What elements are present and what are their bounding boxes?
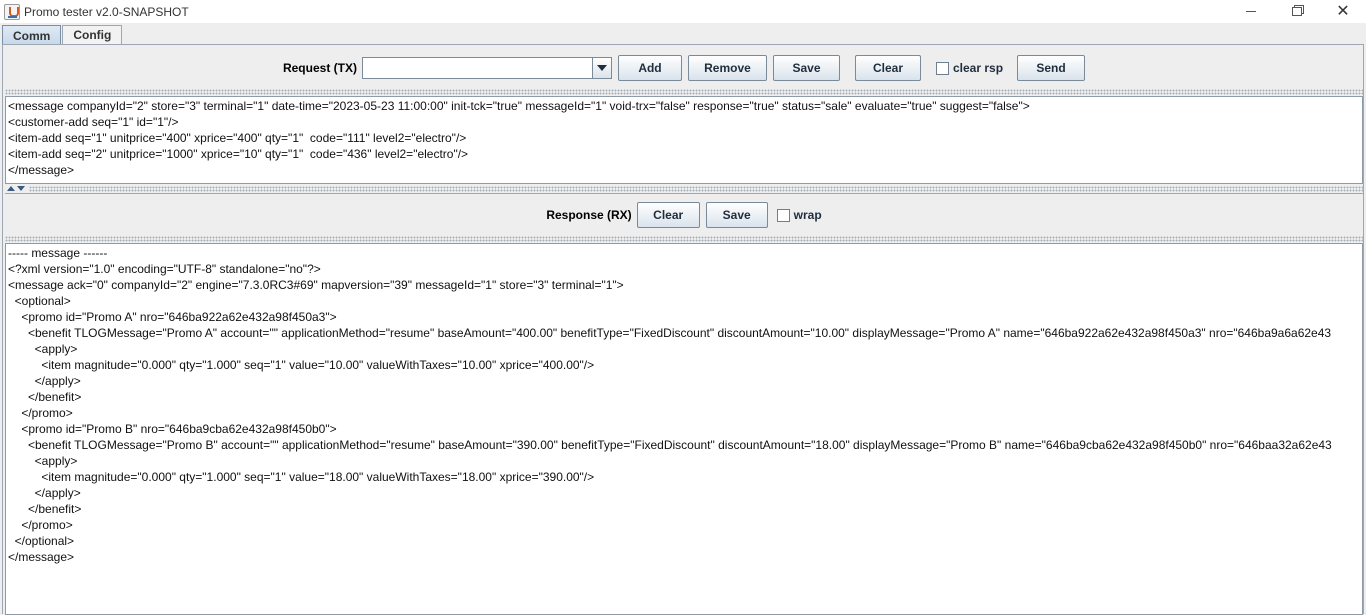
response-toolbar: Response (RX) Clear Save wrap: [5, 201, 1363, 229]
wrap-checkbox-wrap[interactable]: wrap: [776, 208, 822, 222]
remove-button[interactable]: Remove: [687, 55, 767, 81]
split-divider[interactable]: [5, 184, 1363, 194]
clear-rsp-checkbox[interactable]: [935, 61, 949, 75]
clear-rsp-checkbox-wrap[interactable]: clear rsp: [935, 61, 1004, 75]
response-line: <item magnitude="0.000" qty="1.000" seq=…: [8, 470, 595, 484]
response-line: </apply>: [8, 486, 81, 500]
clear-request-button[interactable]: Clear: [854, 55, 921, 81]
minimize-button[interactable]: [1228, 0, 1274, 23]
response-line: </optional>: [8, 534, 75, 548]
combo-dropdown-button[interactable]: [591, 58, 611, 78]
request-toolbar: Request (TX) Add Remove Save Clear clear…: [5, 54, 1363, 82]
response-line: </apply>: [8, 374, 81, 388]
save-response-button[interactable]: Save: [705, 202, 768, 228]
request-label: Request (TX): [282, 61, 357, 75]
request-combo-field[interactable]: [363, 58, 592, 78]
response-label: Response (RX): [546, 208, 632, 222]
response-line: </benefit>: [8, 390, 82, 404]
request-line: <item-add seq="1" unitprice="400" xprice…: [8, 131, 467, 145]
tab-config[interactable]: Config: [62, 25, 123, 44]
divider-up-icon[interactable]: [7, 186, 15, 191]
request-line: </message>: [8, 163, 75, 177]
save-request-button[interactable]: Save: [772, 55, 840, 81]
response-line: <benefit TLOGMessage="Promo A" account="…: [8, 326, 1332, 340]
response-line: <apply>: [8, 454, 78, 468]
close-icon: ✕: [1336, 2, 1350, 20]
request-line: <message companyId="2" store="3" termina…: [8, 99, 1030, 113]
send-button[interactable]: Send: [1017, 55, 1086, 81]
title-bar: Promo tester v2.0-SNAPSHOT ✕: [0, 0, 1366, 23]
response-line: </benefit>: [8, 502, 82, 516]
maximize-button[interactable]: [1274, 0, 1320, 23]
request-text-area[interactable]: <message companyId="2" store="3" termina…: [5, 96, 1363, 184]
restore-icon: [1292, 7, 1302, 16]
response-line: <benefit TLOGMessage="Promo B" account="…: [8, 438, 1332, 452]
minimize-icon: [1246, 11, 1256, 12]
divider-arrows[interactable]: [7, 186, 25, 191]
clear-rsp-label: clear rsp: [952, 61, 1004, 75]
comm-panel: Request (TX) Add Remove Save Clear clear…: [2, 44, 1364, 615]
response-line: </promo>: [8, 518, 73, 532]
response-line: <apply>: [8, 342, 78, 356]
wrap-checkbox[interactable]: [776, 208, 790, 222]
response-line: <item magnitude="0.000" qty="1.000" seq=…: [8, 358, 595, 372]
window-title: Promo tester v2.0-SNAPSHOT: [24, 4, 189, 19]
divider-dots: [29, 186, 1363, 192]
wrap-label: wrap: [793, 208, 822, 222]
clear-response-button[interactable]: Clear: [636, 202, 700, 228]
response-line: </message>: [8, 550, 75, 564]
separator-dots: [5, 236, 1363, 242]
java-app-icon: [4, 3, 20, 20]
response-line: <?xml version="1.0" encoding="UTF-8" sta…: [8, 262, 321, 276]
response-line: <promo id="Promo A" nro="646ba922a62e432…: [8, 310, 337, 324]
chevron-down-icon: [596, 65, 607, 71]
response-text-area[interactable]: ----- message ------ <?xml version="1.0" …: [5, 243, 1363, 615]
window-controls: ✕: [1228, 0, 1366, 23]
response-line: <message ack="0" companyId="2" engine="7…: [8, 278, 624, 292]
request-line: <item-add seq="2" unitprice="1000" xpric…: [8, 147, 469, 161]
separator-dots: [5, 89, 1363, 95]
response-line: <promo id="Promo B" nro="646ba9cba62e432…: [8, 422, 337, 436]
divider-down-icon[interactable]: [17, 186, 25, 191]
response-line: <optional>: [8, 294, 71, 308]
tab-comm[interactable]: Comm: [2, 25, 62, 45]
add-button[interactable]: Add: [617, 55, 682, 81]
close-button[interactable]: ✕: [1320, 0, 1366, 23]
request-combo[interactable]: [361, 57, 612, 79]
request-line: <customer-add seq="1" id="1"/>: [8, 115, 179, 129]
response-line: </promo>: [8, 406, 73, 420]
response-line: ----- message ------: [8, 246, 108, 260]
tab-strip: Comm Config: [2, 25, 123, 45]
